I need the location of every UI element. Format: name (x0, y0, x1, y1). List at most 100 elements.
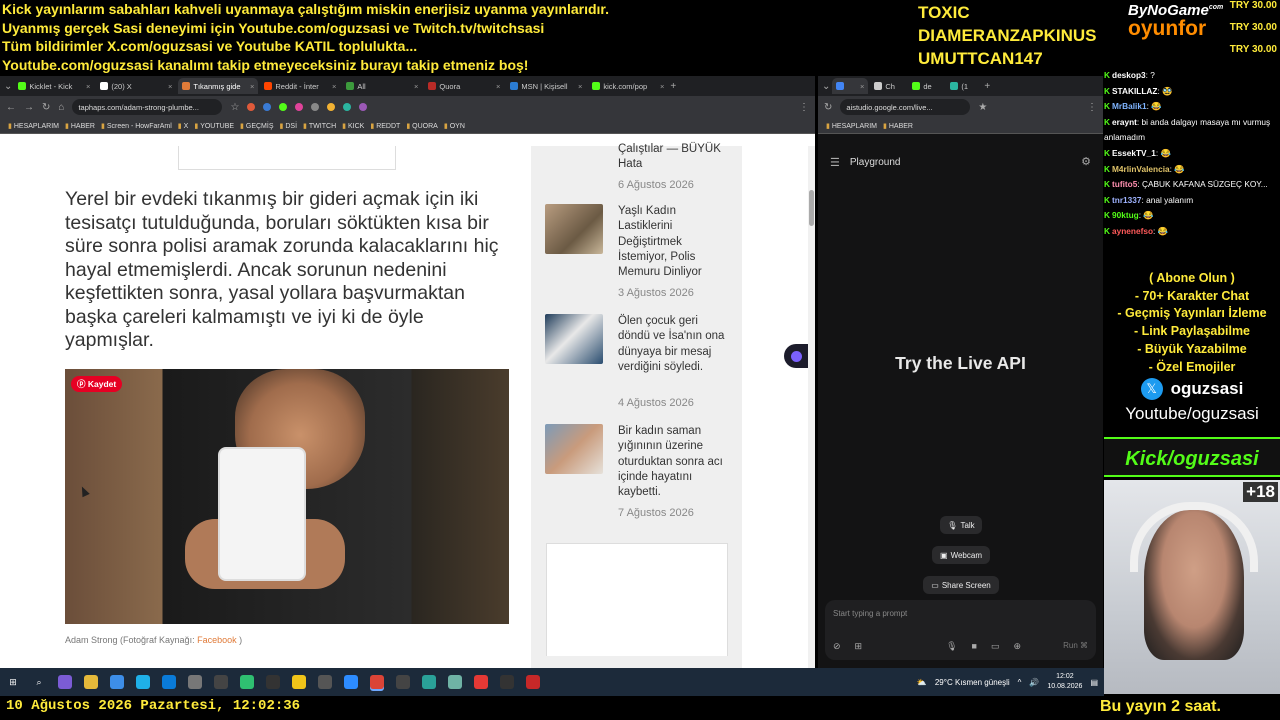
reload-icon[interactable]: ↻ (42, 102, 50, 113)
bookmark-star-icon[interactable]: ★ (978, 102, 987, 113)
scrollbar-thumb[interactable] (809, 190, 814, 226)
bookmark-item[interactable]: HABER (65, 122, 95, 130)
bookmark-item[interactable]: Screen - HowFarAml (101, 122, 172, 130)
bookmark-folder[interactable]: HESAPLARIM (826, 122, 877, 130)
pinterest-save-button[interactable]: ⓟ Kaydet (71, 376, 123, 392)
weather-text[interactable]: 29°C Kısmen güneşli (935, 678, 1010, 687)
chat-username[interactable]: eraynt (1112, 117, 1137, 127)
browser-icon[interactable] (162, 675, 176, 689)
tab[interactable]: Ch (870, 78, 906, 94)
chat-username[interactable]: EssekTV_1 (1112, 148, 1156, 158)
browser-tab[interactable]: kick.com/pop × (588, 78, 668, 94)
tray-arrow-icon[interactable]: ^ (1018, 678, 1022, 687)
extension-icon[interactable] (359, 103, 368, 111)
bookmark-item[interactable]: HESAPLARIM (8, 122, 59, 130)
close-icon[interactable]: × (414, 82, 418, 91)
app-icon[interactable] (318, 675, 332, 689)
extension-icon[interactable] (279, 103, 288, 111)
tab-aistudio[interactable]: × (832, 78, 869, 94)
volume-icon[interactable]: 🔊 (1029, 678, 1039, 687)
bookmark-item[interactable]: REDDT (370, 122, 400, 130)
app-icon[interactable] (396, 675, 410, 689)
browser-tab[interactable]: Reddit - İnter × (260, 78, 340, 94)
chat-username[interactable]: 90ktug (1112, 210, 1139, 220)
mute-icon[interactable]: ⊘ (833, 641, 841, 652)
new-tab-icon[interactable]: + (984, 81, 990, 92)
extension-icon[interactable] (343, 103, 352, 111)
chat-username[interactable]: MrBalik1 (1112, 101, 1147, 111)
browser-tab[interactable]: Quora × (424, 78, 504, 94)
close-icon[interactable]: × (250, 82, 254, 91)
settings-tune-icon[interactable]: ⚙ (1081, 155, 1091, 168)
page-scrollbar[interactable] (808, 146, 815, 668)
notes-app-icon[interactable] (292, 675, 306, 689)
bookmark-item[interactable]: OYN (444, 122, 465, 130)
chat-username[interactable]: deskop3 (1112, 70, 1146, 80)
pen-app-icon[interactable] (58, 675, 72, 689)
floating-assistant-icon[interactable] (784, 344, 808, 368)
prompt-box[interactable]: Start typing a prompt ⊘ ⊞ 🎙 ■ ▭ ⊕ Run ⌘ (825, 600, 1096, 660)
article-photo[interactable]: ⓟ Kaydet (65, 369, 509, 624)
chat-username[interactable]: tufito5 (1112, 179, 1137, 189)
grid-icon[interactable]: ⊞ (855, 641, 863, 652)
menu-icon[interactable]: ☰ (830, 156, 840, 169)
back-icon[interactable]: ← (6, 102, 16, 113)
app-icon[interactable] (344, 675, 358, 689)
chat-username[interactable]: M4rlinValencia (1112, 164, 1170, 174)
talk-button[interactable]: 🎙 Talk (940, 516, 982, 534)
menu-dots-icon[interactable]: ⋮ (1087, 102, 1097, 113)
bookmark-item[interactable]: TWITCH (303, 122, 336, 130)
chat-username[interactable]: STAKILLAZ (1112, 86, 1157, 96)
app-icon[interactable] (526, 675, 540, 689)
clock[interactable]: 12:02 10.08.2026 (1047, 672, 1082, 692)
tab[interactable]: de (908, 78, 944, 94)
extension-icon[interactable] (247, 103, 256, 111)
edge-icon[interactable] (136, 675, 150, 689)
close-icon[interactable]: × (168, 82, 172, 91)
browser-tab[interactable]: (20) X × (96, 78, 176, 94)
browser-tab[interactable]: Tıkanmış gide × (178, 78, 259, 94)
tab-search-icon[interactable]: ⌄ (4, 81, 12, 92)
post-title[interactable]: Yaşlı Kadın Lastiklerini Değiştirtmek İs… (618, 204, 733, 280)
tab[interactable]: (1 (946, 78, 982, 94)
webcam-button[interactable]: ▣ Webcam (932, 546, 990, 564)
bookmark-star-icon[interactable]: ☆ (230, 102, 239, 113)
app-icon[interactable] (266, 675, 280, 689)
prompt-input[interactable]: Start typing a prompt (833, 609, 907, 618)
bookmark-item[interactable]: GEÇMİŞ (240, 122, 274, 130)
app-icon[interactable] (422, 675, 436, 689)
post-title[interactable]: Bir kadın saman yığınının üzerine oturdu… (618, 424, 733, 500)
settings-app-icon[interactable] (214, 675, 228, 689)
bookmark-item[interactable]: DSİ (280, 122, 297, 130)
app-icon[interactable] (474, 675, 488, 689)
mic-icon[interactable]: 🎙 (946, 641, 957, 652)
share-screen-button[interactable]: ▭ Share Screen (923, 576, 999, 594)
bookmark-folder[interactable]: HABER (883, 122, 913, 130)
camera-app-icon[interactable] (188, 675, 202, 689)
home-icon[interactable]: ⌂ (58, 102, 64, 113)
post-thumbnail[interactable] (545, 424, 603, 474)
app-icon[interactable] (500, 675, 514, 689)
browser-tab[interactable]: MSN | Kişisell × (506, 78, 586, 94)
file-explorer-icon[interactable] (84, 675, 98, 689)
url-input[interactable]: aistudio.google.com/live... (840, 99, 971, 115)
app-icon[interactable] (448, 675, 462, 689)
notifications-icon[interactable]: ▤ (1090, 678, 1098, 687)
forward-icon[interactable]: → (24, 102, 34, 113)
camera-icon[interactable]: ■ (972, 641, 977, 652)
reload-icon[interactable]: ↻ (824, 102, 832, 113)
close-icon[interactable]: × (496, 82, 500, 91)
tab-search-icon[interactable]: ⌄ (822, 81, 830, 92)
close-icon[interactable]: × (660, 82, 664, 91)
bookmark-item[interactable]: KICK (342, 122, 364, 130)
chat-username[interactable]: tnr1337 (1112, 195, 1142, 205)
close-icon[interactable]: × (860, 82, 864, 91)
app-icon[interactable] (240, 675, 254, 689)
close-icon[interactable]: × (578, 82, 582, 91)
bookmark-item[interactable]: YOUTUBE (194, 122, 234, 130)
post-thumbnail[interactable] (545, 204, 603, 254)
close-icon[interactable]: × (332, 82, 336, 91)
close-icon[interactable]: × (86, 82, 90, 91)
extension-icon[interactable] (263, 103, 272, 111)
start-icon[interactable]: ⊞ (6, 675, 20, 689)
